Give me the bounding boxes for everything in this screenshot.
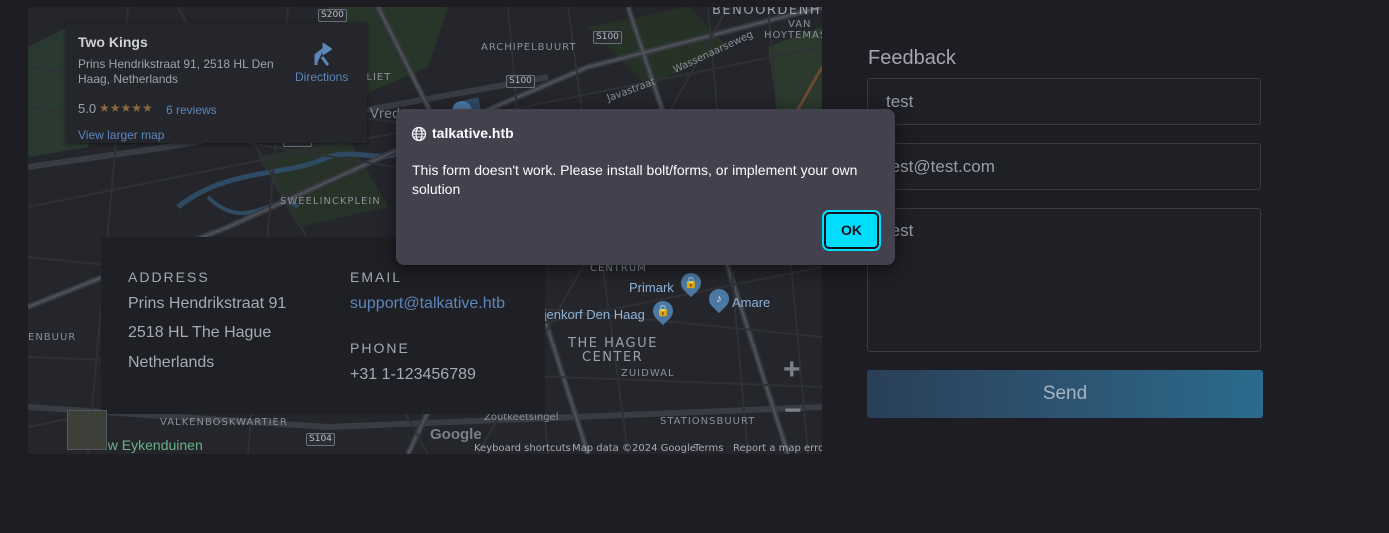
map-data-attribution: Map data ©2024 Google xyxy=(572,443,696,454)
poi-amare[interactable]: Amare xyxy=(732,295,770,310)
map-label-archipelbuurt: ARCHIPELBUURT xyxy=(481,42,577,53)
phone-heading: PHONE xyxy=(350,340,410,356)
dialog-origin: talkative.htb xyxy=(432,125,514,141)
email-field[interactable] xyxy=(867,143,1261,190)
reviews-link[interactable]: 6 reviews xyxy=(166,103,217,117)
name-field[interactable] xyxy=(867,78,1261,125)
google-logo: Google xyxy=(430,426,482,443)
road-shield: S104 xyxy=(306,433,335,446)
address-line: 2518 HL The Hague xyxy=(128,324,272,341)
map-label-valkenboskwartier: VALKENBOSKWARTIER xyxy=(160,417,288,428)
music-pin-icon[interactable]: ♪ xyxy=(704,284,734,314)
map-label-hoytemastraat: HOYTEMASTI xyxy=(764,30,822,41)
address-line: Prins Hendrikstraat 91 xyxy=(128,295,287,312)
road-shield: S200 xyxy=(318,9,347,22)
road-shield: S100 xyxy=(593,31,622,44)
satellite-toggle[interactable] xyxy=(67,410,107,450)
address-heading: ADDRESS xyxy=(128,269,210,285)
map-label-van: VAN xyxy=(788,19,812,30)
map-label-stationsbuurt: STATIONSBUURT xyxy=(660,416,756,427)
zoom-in-button[interactable]: + xyxy=(783,355,801,385)
terms-link[interactable]: Terms xyxy=(694,443,723,454)
feedback-title: Feedback xyxy=(868,47,956,69)
directions-icon[interactable] xyxy=(312,43,332,67)
zoom-out-button[interactable]: − xyxy=(784,396,802,426)
report-map-error-link[interactable]: Report a map error xyxy=(733,443,822,454)
map-label-benoordenhout: BENOORDENHO xyxy=(712,7,822,18)
rating-stars-icon: ★★★★★ xyxy=(99,101,153,115)
phone-number: +31 1-123456789 xyxy=(350,366,476,383)
dialog-message: This form doesn't work. Please install b… xyxy=(412,162,858,197)
place-name: Two Kings xyxy=(78,34,148,50)
address-line: Netherlands xyxy=(128,354,215,371)
map-label-zeeheldenbuurt: ENBUUR xyxy=(28,332,77,343)
email-heading: EMAIL xyxy=(350,269,403,285)
place-info-card: Two Kings Prins Hendrikstraat 91, 2518 H… xyxy=(66,23,367,143)
map-label-zuidwal: ZUIDWAL xyxy=(621,368,675,379)
view-larger-map-link[interactable]: View larger map xyxy=(78,128,164,142)
globe-icon xyxy=(411,126,427,142)
shopping-pin-icon[interactable]: 🔒 xyxy=(676,268,706,298)
map-label-the-hague: THE HAGUE xyxy=(568,336,658,351)
keyboard-shortcuts-link[interactable]: Keyboard shortcuts xyxy=(474,443,571,454)
email-link[interactable]: support@talkative.htb xyxy=(350,289,505,319)
place-address: Prins Hendrikstraat 91, 2518 HL Den Haag… xyxy=(78,57,274,86)
directions-link[interactable]: Directions xyxy=(295,70,348,84)
ok-button[interactable]: OK xyxy=(822,210,881,251)
place-rating: 5.0 xyxy=(78,101,97,116)
alert-dialog: talkative.htb This form doesn't work. Pl… xyxy=(396,109,895,265)
message-field[interactable]: test xyxy=(867,208,1261,352)
map-label-sweelinckplein: SWEELINCKPLEIN xyxy=(280,196,381,207)
map-label-center: CENTER xyxy=(582,350,644,365)
send-button[interactable]: Send xyxy=(867,370,1263,418)
shopping-pin-icon[interactable]: 🔒 xyxy=(648,296,678,326)
road-shield: S100 xyxy=(506,75,535,88)
poi-primark[interactable]: Primark xyxy=(629,280,674,295)
